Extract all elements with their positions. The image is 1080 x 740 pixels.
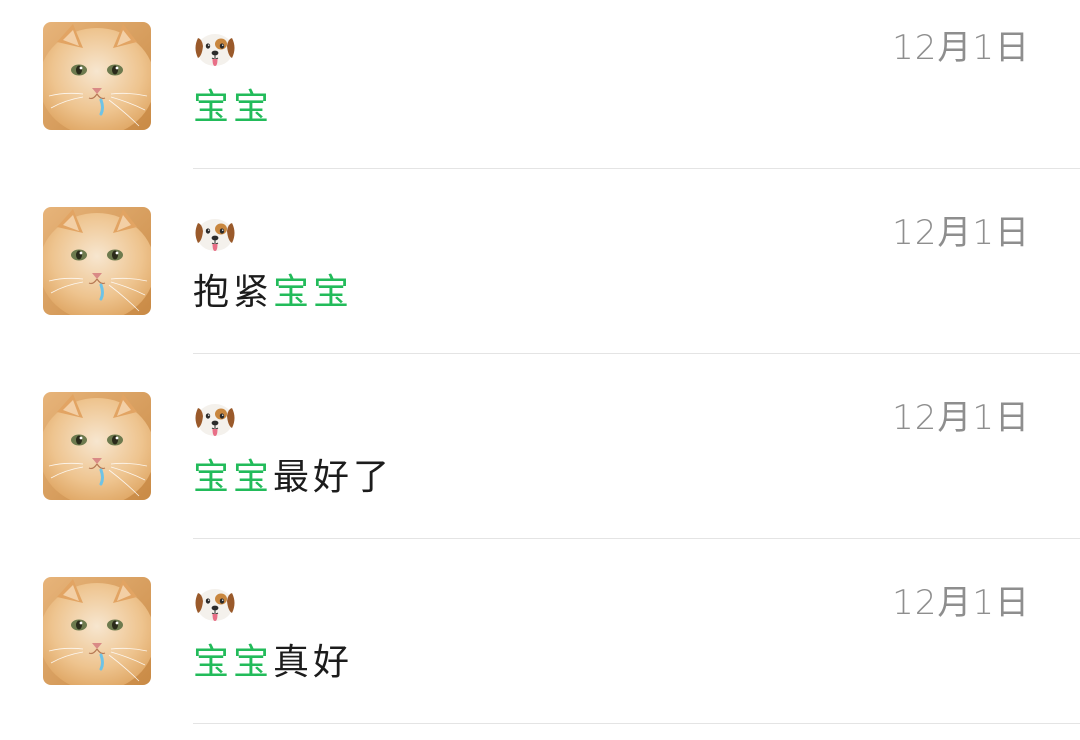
conversation-row[interactable]: 12月1日 抱紧宝宝 [0,185,1080,370]
message-date: 12月1日 [892,213,1030,253]
dog-face-emoji-icon [192,211,238,257]
conversation-list: 12月1日 宝宝 12月1日 抱紧宝宝 12月1日 宝宝最好了 12月1日 宝宝… [0,0,1080,734]
message-date: 12月1日 [892,28,1030,68]
orange-cat-avatar-icon [43,22,151,130]
contact-avatar[interactable] [43,392,151,500]
message-preview: 抱紧宝宝 [193,271,353,315]
message-highlight-text: 宝宝 [193,642,274,683]
row-divider [193,538,1080,539]
conversation-row[interactable]: 12月1日 宝宝 [0,0,1080,185]
row-divider [193,723,1080,724]
contact-avatar[interactable] [43,207,151,315]
conversation-row[interactable]: 12月1日 宝宝真好 [0,555,1080,740]
dog-face-emoji-icon [192,396,238,442]
orange-cat-avatar-icon [43,207,151,315]
row-divider [193,353,1080,354]
contact-avatar[interactable] [43,577,151,685]
orange-cat-avatar-icon [43,577,151,685]
conversation-row[interactable]: 12月1日 宝宝最好了 [0,370,1080,555]
message-highlight-text: 宝宝 [193,87,274,128]
message-date: 12月1日 [892,398,1030,438]
message-text: 抱紧 [193,272,274,313]
contact-avatar[interactable] [43,22,151,130]
row-divider [193,168,1080,169]
message-preview: 宝宝最好了 [193,456,393,500]
message-text: 真好 [273,642,354,683]
dog-face-emoji-icon [192,581,238,627]
message-text: 最好了 [273,457,394,498]
dog-face-emoji-icon [192,26,238,72]
orange-cat-avatar-icon [43,392,151,500]
message-preview: 宝宝真好 [193,641,353,685]
message-highlight-text: 宝宝 [193,457,274,498]
message-preview: 宝宝 [193,86,273,130]
message-date: 12月1日 [892,583,1030,623]
message-highlight-text: 宝宝 [273,272,354,313]
